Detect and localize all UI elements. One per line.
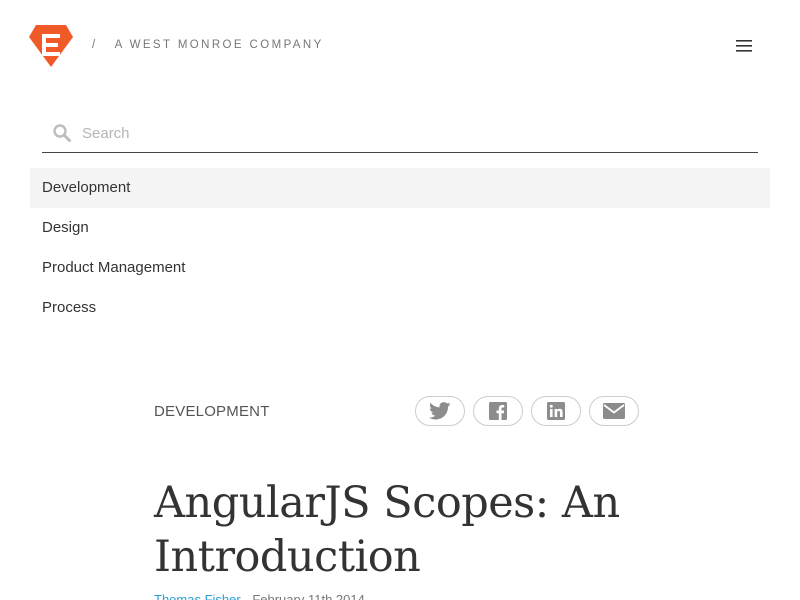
byline: Thomas Fisher February 11th 2014: [154, 592, 365, 600]
tagline: / A WEST MONROE COMPANY: [92, 39, 324, 51]
email-icon: [603, 403, 625, 419]
share-facebook-button[interactable]: [473, 396, 523, 426]
category-item-design[interactable]: Design: [30, 208, 770, 248]
share-linkedin-button[interactable]: [531, 396, 581, 426]
category-item-process[interactable]: Process: [30, 288, 770, 328]
share-twitter-button[interactable]: [415, 396, 465, 426]
logo-icon[interactable]: [28, 24, 74, 68]
tagline-slash: /: [92, 39, 98, 51]
linkedin-icon: [547, 402, 565, 420]
search-bar: [42, 116, 758, 153]
twitter-icon: [429, 402, 451, 420]
facebook-icon: [489, 402, 507, 420]
category-item-development[interactable]: Development: [30, 168, 770, 208]
share-bar: [415, 396, 639, 426]
category-item-product-management[interactable]: Product Management: [30, 248, 770, 288]
article-category[interactable]: DEVELOPMENT: [154, 403, 270, 420]
tagline-text: A WEST MONROE COMPANY: [114, 39, 324, 51]
share-email-button[interactable]: [589, 396, 639, 426]
page: / A WEST MONROE COMPANY Development Desi…: [0, 0, 800, 600]
category-list: Development Design Product Management Pr…: [30, 168, 770, 328]
search-icon: [53, 124, 71, 142]
publish-date: February 11th 2014: [252, 592, 365, 600]
article-title: AngularJS Scopes: An Introduction: [154, 478, 620, 582]
author-link[interactable]: Thomas Fisher: [154, 592, 241, 600]
hamburger-menu-icon[interactable]: [734, 38, 754, 54]
search-input[interactable]: [82, 120, 742, 146]
